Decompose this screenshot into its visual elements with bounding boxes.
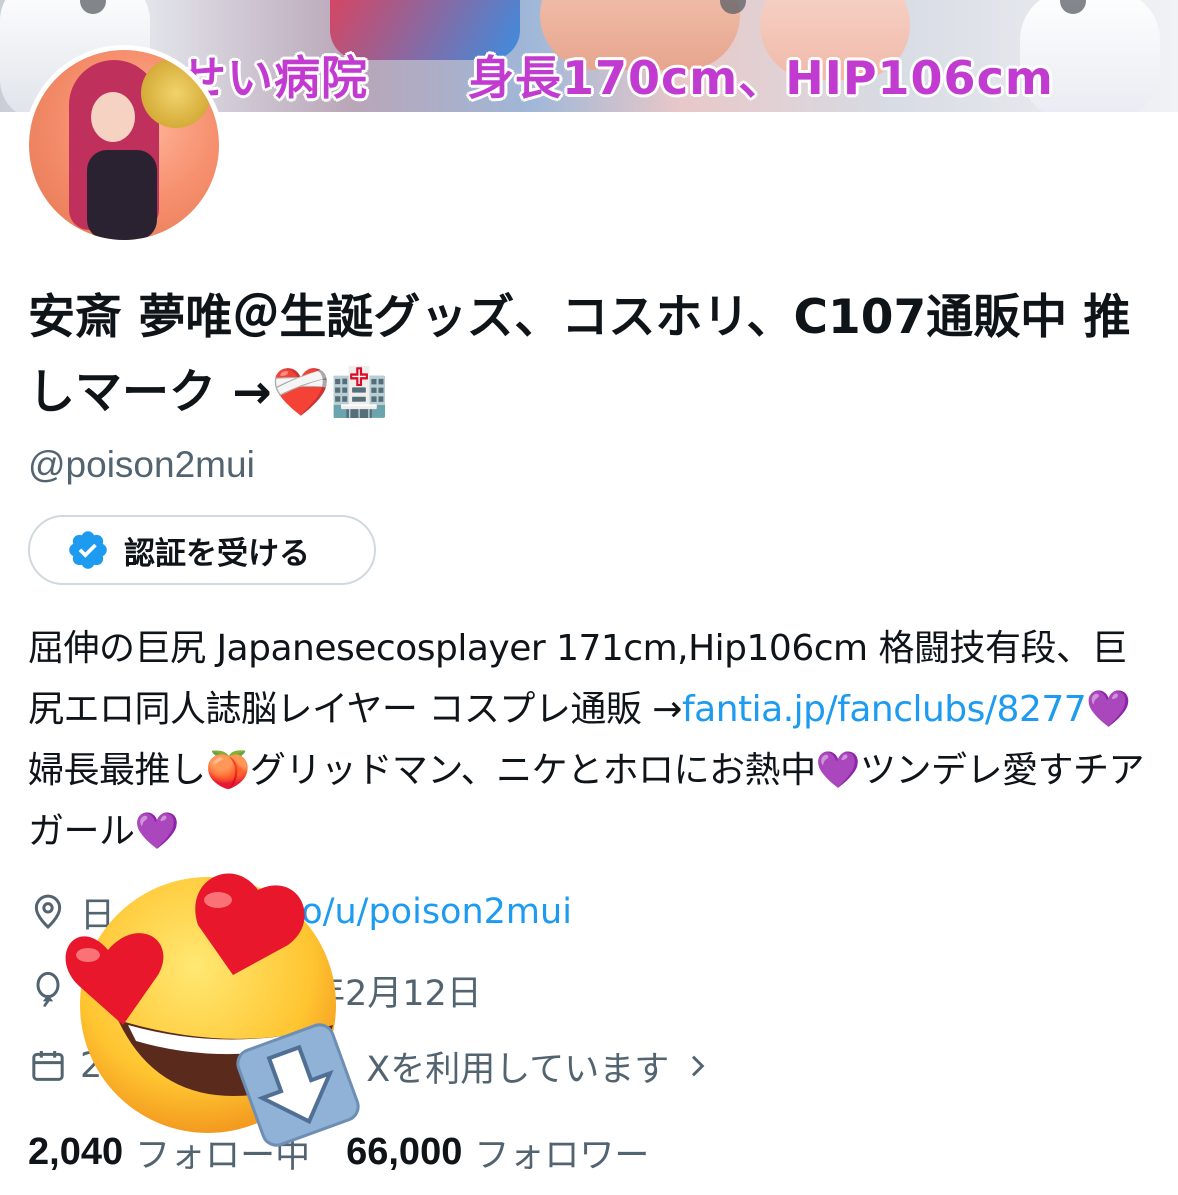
heart-eyes-emoji-sticker bbox=[65, 873, 360, 1147]
avatar-face bbox=[91, 92, 135, 142]
banner-caption-right: 身長170cm、HIP106cm bbox=[468, 51, 1054, 105]
get-verified-label: 認証を受ける bbox=[124, 535, 310, 572]
avatar[interactable] bbox=[24, 45, 224, 245]
avatar-pompom bbox=[141, 58, 211, 128]
followers-label[interactable]: フォロワー bbox=[474, 1127, 649, 1178]
verified-badge-icon bbox=[69, 531, 107, 569]
get-verified-button[interactable]: 認証を受ける bbox=[28, 515, 376, 585]
user-handle: @poison2mui bbox=[28, 444, 255, 485]
display-name: 安斎 夢唯＠生誕グッズ、コスホリ、C107通販中 推しマーク →❤️‍🩹🏥 bbox=[28, 290, 1131, 420]
joined-text[interactable]: Xを利用しています bbox=[366, 1041, 669, 1092]
profile-bio: 屈伸の巨尻 Japanesecosplayer 171cm,Hip106cm 格… bbox=[28, 618, 1158, 862]
chevron-right-icon[interactable] bbox=[681, 1050, 713, 1082]
bio-link[interactable]: fantia.jp/fanclubs/8277 bbox=[682, 689, 1087, 730]
avatar-image bbox=[29, 50, 219, 240]
avatar-body bbox=[87, 150, 157, 240]
